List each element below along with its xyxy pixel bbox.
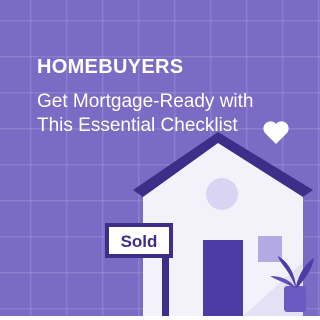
sold-sign-text: Sold [121, 232, 158, 251]
round-window [206, 178, 238, 210]
promo-card[interactable]: HOMEBUYERS Get Mortgage-Ready with This … [0, 0, 320, 316]
door [203, 240, 243, 316]
heart-icon [263, 121, 289, 144]
house-illustration: Sold [105, 121, 314, 316]
side-window [258, 236, 282, 262]
